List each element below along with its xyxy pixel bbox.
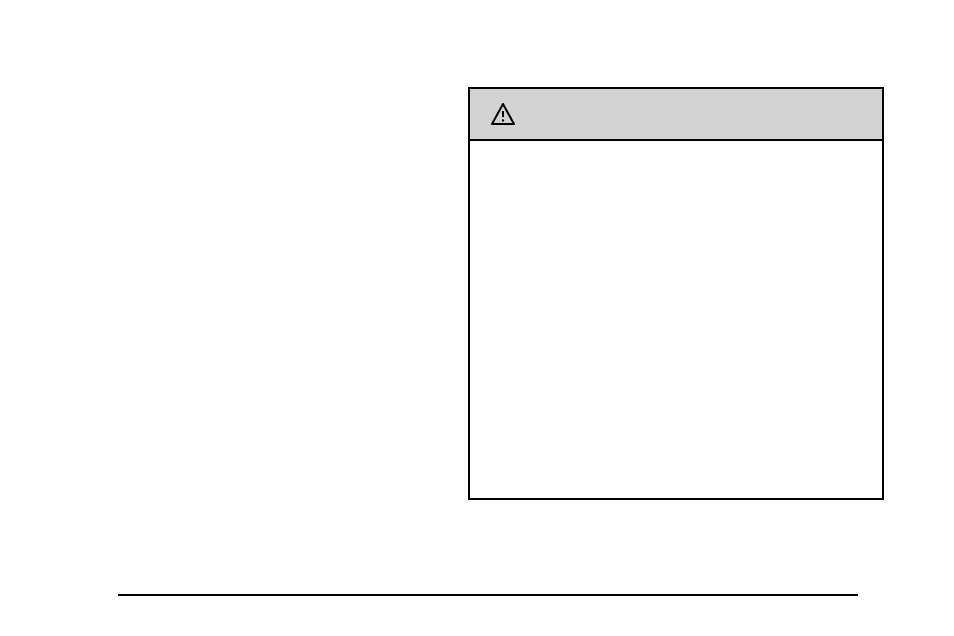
footer-divider [118,594,858,596]
warning-box [468,87,884,500]
warning-header [470,89,882,141]
warning-triangle-icon [490,102,516,126]
warning-body [470,141,882,498]
